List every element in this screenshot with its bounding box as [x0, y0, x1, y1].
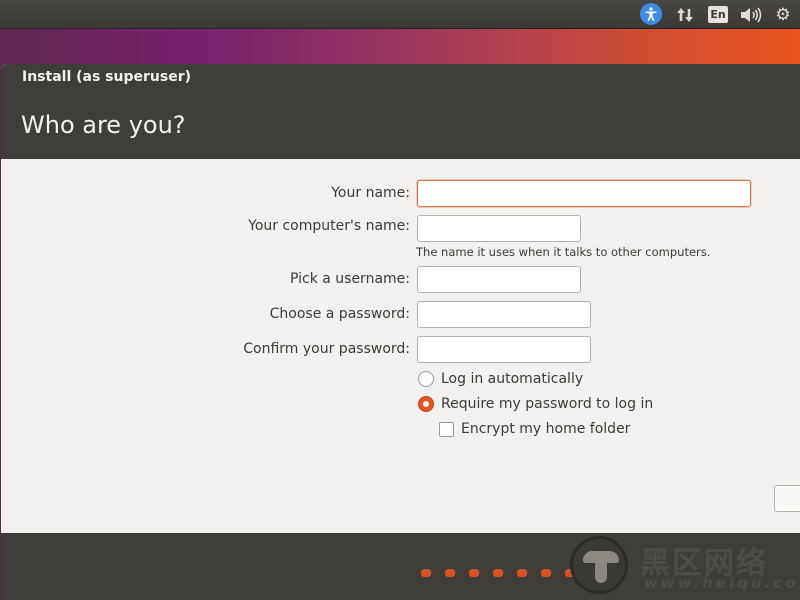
encrypt-home-label: Encrypt my home folder: [461, 421, 631, 437]
window-header: Install (as superuser) Who are you?: [1, 64, 800, 159]
progress-dot: [541, 569, 551, 577]
slideshow-footer: [1, 533, 800, 600]
login-automatically-label: Log in automatically: [441, 371, 584, 387]
login-automatically-option[interactable]: Log in automatically: [418, 371, 583, 387]
speaker-icon: [741, 7, 762, 22]
require-password-radio[interactable]: [418, 396, 434, 412]
login-automatically-radio[interactable]: [418, 371, 434, 387]
volume-icon[interactable]: [739, 4, 763, 25]
computer-name-hint: The name it uses when it talks to other …: [416, 245, 711, 259]
progress-dot: [565, 569, 575, 577]
progress-dot: [421, 569, 431, 577]
window-title: Install (as superuser): [22, 69, 191, 85]
progress-dot: [445, 569, 455, 577]
installer-window: Install (as superuser) Who are you? Your…: [1, 64, 800, 600]
confirm-password-input[interactable]: [417, 336, 591, 363]
progress-dot: [493, 569, 503, 577]
your-name-label: Your name:: [331, 185, 410, 201]
username-label: Pick a username:: [289, 271, 410, 287]
encrypt-home-option[interactable]: Encrypt my home folder: [439, 421, 630, 437]
progress-dots: [421, 569, 575, 577]
username-input[interactable]: [417, 266, 581, 293]
gear-icon[interactable]: ⚙: [774, 4, 792, 25]
top-panel: En ⚙: [0, 0, 800, 29]
computer-name-label: Your computer's name:: [248, 218, 410, 234]
up-down-arrows-icon: [677, 7, 693, 22]
keyboard-layout-indicator[interactable]: En: [708, 6, 728, 23]
page-title: Who are you?: [21, 111, 186, 139]
progress-dot: [517, 569, 527, 577]
your-name-input[interactable]: [417, 180, 751, 207]
encrypt-home-checkbox[interactable]: [439, 421, 454, 437]
accessibility-icon[interactable]: [640, 3, 662, 25]
network-icon[interactable]: [676, 4, 694, 25]
require-password-label: Require my password to log in: [441, 396, 654, 412]
confirm-password-label: Confirm your password:: [243, 341, 410, 357]
continue-button[interactable]: [774, 485, 800, 512]
password-label: Choose a password:: [269, 306, 410, 322]
accessibility-figure-icon: [645, 7, 657, 21]
password-input[interactable]: [417, 301, 591, 328]
progress-dot: [469, 569, 479, 577]
require-password-option[interactable]: Require my password to log in: [418, 396, 653, 412]
computer-name-input[interactable]: [417, 215, 581, 242]
